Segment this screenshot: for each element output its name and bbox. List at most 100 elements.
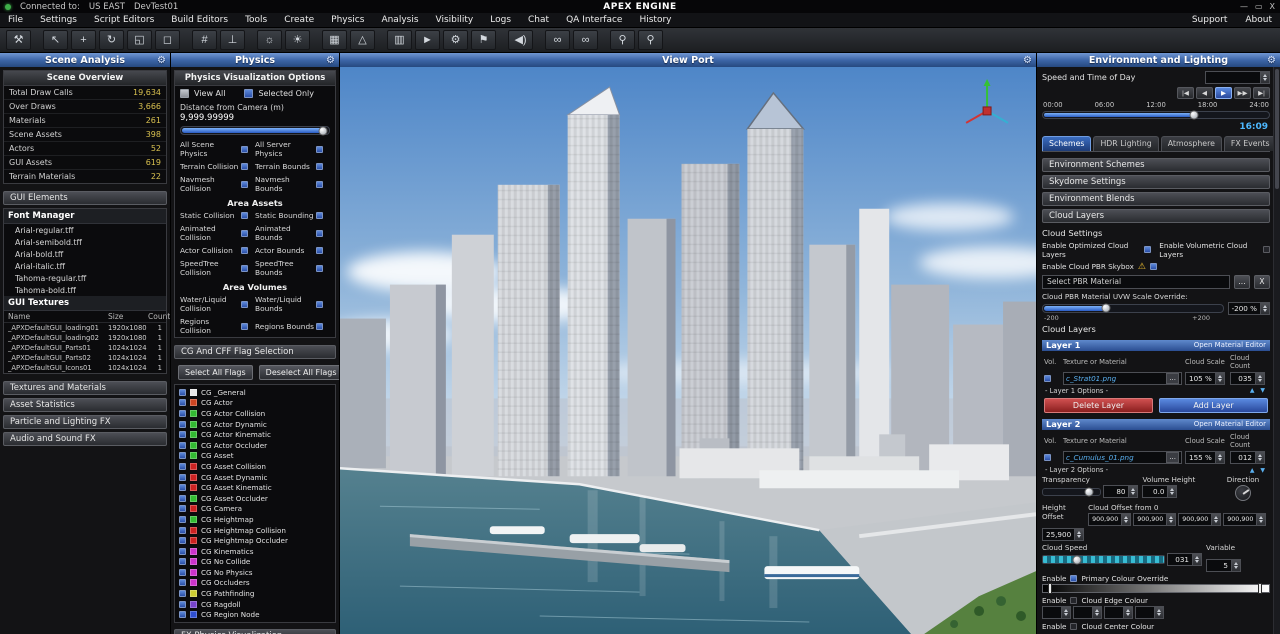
section-gui-elements[interactable]: GUI Elements xyxy=(3,191,167,205)
flag-checkbox[interactable] xyxy=(179,611,186,618)
collapsed-section[interactable]: Skydome Settings xyxy=(1042,175,1270,189)
tab[interactable]: Schemes xyxy=(1042,136,1091,151)
font-item[interactable]: Arial-regular.tff xyxy=(4,224,166,236)
primary-colour-gradient[interactable] xyxy=(1042,584,1270,593)
cg-flag-row[interactable]: CG _General xyxy=(178,387,332,398)
layer2-scale-spinner[interactable]: 155 % xyxy=(1185,451,1227,464)
layer1-volume-checkbox[interactable] xyxy=(1044,375,1051,382)
panel-settings-icon[interactable]: ⚙ xyxy=(1023,55,1032,66)
distance-slider[interactable] xyxy=(180,126,330,135)
cg-flag-row[interactable]: CG No Collide xyxy=(178,557,332,568)
height-offset-spinner[interactable]: 25,900 xyxy=(1042,528,1084,541)
cg-flag-row[interactable]: CG Heightmap Collision xyxy=(178,525,332,536)
edge-colour-spinner[interactable] xyxy=(1042,606,1071,619)
layer1-count-spinner[interactable]: 035 xyxy=(1230,372,1268,385)
collapse-expand-icons[interactable]: ▲ ▼ xyxy=(1250,387,1267,394)
texture-row[interactable]: _APXDefaultGUI_loading01 1920x1080 1 xyxy=(4,323,166,333)
flag-icon[interactable]: ⚑ xyxy=(471,30,496,50)
cg-flag-row[interactable]: CG Heightmap xyxy=(178,514,332,525)
font-item[interactable]: Tahoma-regular.tff xyxy=(4,272,166,284)
uvw-scale-slider[interactable] xyxy=(1042,304,1224,313)
font-manager-header[interactable]: Font Manager xyxy=(4,209,166,224)
open-material-editor-link[interactable]: Open Material Editor xyxy=(1194,420,1266,428)
menu-item[interactable]: Visibility xyxy=(436,15,474,25)
cloud-speed-spinner[interactable]: 031 xyxy=(1167,553,1202,566)
viewport-3d-scene[interactable] xyxy=(340,67,1036,634)
toggle-checkbox[interactable] xyxy=(241,323,248,330)
toggle-checkbox[interactable] xyxy=(241,230,248,237)
collapsed-section[interactable]: Textures and Materials xyxy=(3,381,167,395)
enable-pbr-checkbox[interactable] xyxy=(1150,263,1157,270)
view-all-checkbox[interactable] xyxy=(180,89,189,98)
prism-icon[interactable]: △ xyxy=(350,30,375,50)
flag-checkbox[interactable] xyxy=(179,452,186,459)
layer2-header[interactable]: Layer 2 Open Material Editor xyxy=(1042,419,1270,430)
toggle-checkbox[interactable] xyxy=(241,163,248,170)
edge-colour-spinner[interactable] xyxy=(1104,606,1133,619)
toggle-checkbox[interactable] xyxy=(241,146,248,153)
flag-checkbox[interactable] xyxy=(179,505,186,512)
cloud-offset-spinner[interactable]: 900,900 xyxy=(1178,513,1221,526)
gears-icon[interactable]: ⚙ xyxy=(443,30,468,50)
cg-flag-row[interactable]: CG Ragdoll xyxy=(178,599,332,610)
deselect-all-flags-button[interactable]: Deselect All Flags xyxy=(259,365,339,380)
browse-material-button[interactable]: ... xyxy=(1234,275,1250,289)
flag-checkbox[interactable] xyxy=(179,548,186,555)
center-colour-enable-checkbox[interactable] xyxy=(1070,623,1077,630)
scale-tool-icon[interactable]: ◱ xyxy=(127,30,152,50)
section-cg-flags[interactable]: CG And CFF Flag Selection xyxy=(174,345,336,359)
menu-item[interactable]: File xyxy=(8,15,23,25)
menu-item-right[interactable]: Support xyxy=(1192,15,1228,25)
scrollbar[interactable] xyxy=(1273,67,1280,634)
toggle-checkbox[interactable] xyxy=(241,301,248,308)
toggle-checkbox[interactable] xyxy=(316,163,323,170)
toggle-checkbox[interactable] xyxy=(316,323,323,330)
layer2-texture-file[interactable]: c_Cumulus_01.png xyxy=(1066,453,1164,462)
flag-checkbox[interactable] xyxy=(179,474,186,481)
toggle-checkbox[interactable] xyxy=(241,247,248,254)
toggle-checkbox[interactable] xyxy=(316,301,323,308)
walk-icon[interactable]: ⚲ xyxy=(610,30,635,50)
cg-flag-row[interactable]: CG Asset Dynamic xyxy=(178,472,332,483)
collapse-expand-icons[interactable]: ▲ ▼ xyxy=(1250,467,1267,474)
layer2-browse-button[interactable]: ... xyxy=(1166,452,1179,463)
menu-item[interactable]: QA Interface xyxy=(566,15,622,25)
play-button[interactable]: ▶ xyxy=(1215,87,1232,99)
cg-flag-row[interactable]: CG Actor Occluder xyxy=(178,440,332,451)
flag-checkbox[interactable] xyxy=(179,410,186,417)
menu-item[interactable]: Physics xyxy=(331,15,364,25)
flag-checkbox[interactable] xyxy=(179,399,186,406)
flag-checkbox[interactable] xyxy=(179,558,186,565)
step-back-button[interactable]: ◀ xyxy=(1196,87,1213,99)
minimize-button[interactable]: — xyxy=(1240,0,1248,13)
layer1-scale-spinner[interactable]: 105 % xyxy=(1185,372,1227,385)
layer1-texture-file[interactable]: c_Strat01.png xyxy=(1066,374,1164,383)
panel-settings-icon[interactable]: ⚙ xyxy=(326,55,335,66)
collapsed-section[interactable]: Asset Statistics xyxy=(3,398,167,412)
link-icon[interactable]: ∞ xyxy=(545,30,570,50)
run-icon[interactable]: ⚲ xyxy=(638,30,663,50)
edge-colour-spinner[interactable] xyxy=(1135,606,1164,619)
menu-item[interactable]: Settings xyxy=(40,15,77,25)
cg-flag-row[interactable]: CG Asset Collision xyxy=(178,461,332,472)
toggle-checkbox[interactable] xyxy=(316,146,323,153)
font-item[interactable]: Tahoma-bold.tff xyxy=(4,284,166,296)
unlink-icon[interactable]: ∞ xyxy=(573,30,598,50)
toggle-checkbox[interactable] xyxy=(316,230,323,237)
edge-colour-enable-checkbox[interactable] xyxy=(1070,597,1077,604)
collapsed-section[interactable]: FX Physics Visualization xyxy=(174,629,336,634)
crop-tool-icon[interactable]: ◻ xyxy=(155,30,180,50)
flag-checkbox[interactable] xyxy=(179,431,186,438)
flag-checkbox[interactable] xyxy=(179,495,186,502)
cg-flag-row[interactable]: CG Pathfinding xyxy=(178,588,332,599)
lamp-icon[interactable]: ☼ xyxy=(257,30,282,50)
variable-spinner[interactable]: 5 xyxy=(1206,559,1241,572)
cg-flag-row[interactable]: CG Asset Occluder xyxy=(178,493,332,504)
skip-start-button[interactable]: |◀ xyxy=(1177,87,1194,99)
toggle-checkbox[interactable] xyxy=(316,181,323,188)
menu-item[interactable]: Tools xyxy=(245,15,267,25)
collapsed-section[interactable]: Environment Blends xyxy=(1042,192,1270,206)
tab[interactable]: Atmosphere xyxy=(1161,136,1222,151)
select-all-flags-button[interactable]: Select All Flags xyxy=(178,365,253,380)
texture-row[interactable]: _APXDefaultGUI_Parts02 1024x1024 1 xyxy=(4,353,166,363)
